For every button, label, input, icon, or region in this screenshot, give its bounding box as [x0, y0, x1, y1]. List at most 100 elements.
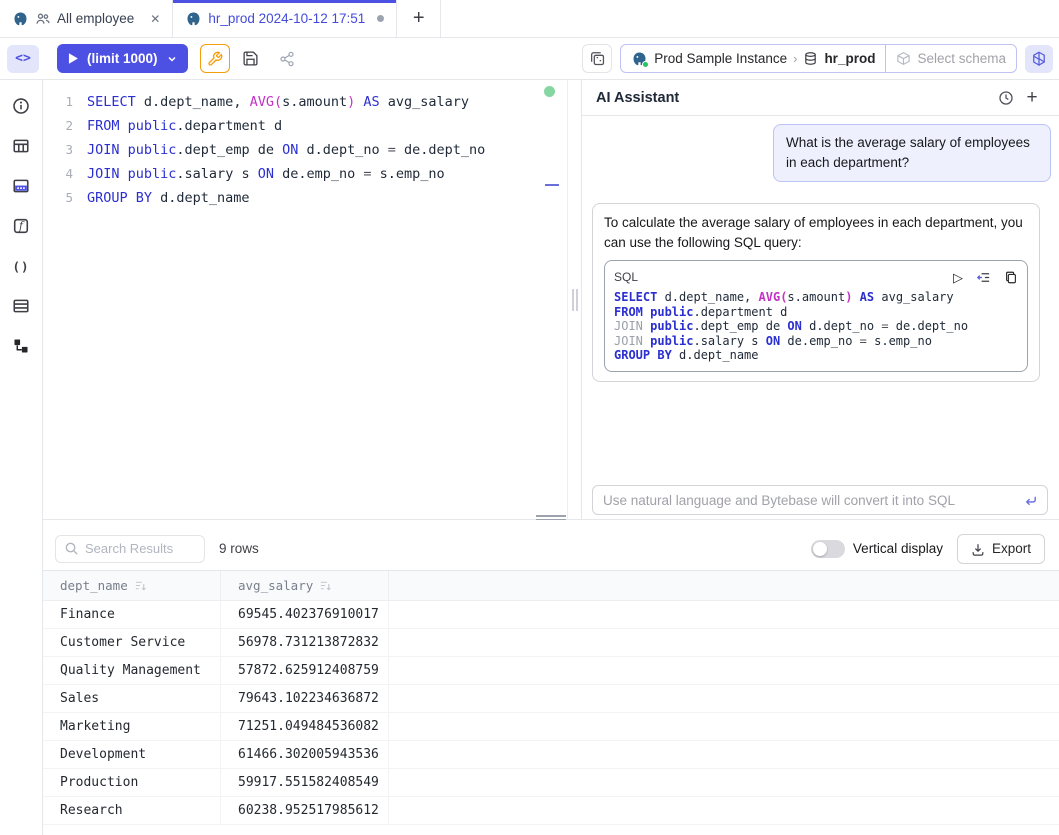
panel-resize-handle-vertical[interactable]: [567, 80, 582, 519]
run-query-button[interactable]: (limit 1000): [57, 44, 188, 73]
table-row[interactable]: Quality Management57872.625912408759: [43, 657, 1059, 685]
column-header-avg-salary[interactable]: avg_salary: [221, 571, 389, 600]
tab-bar: All employee ✕ hr_prod 2024-10-12 17:51 …: [0, 0, 1059, 38]
code-line: 3JOIN public.dept_emp de ON d.dept_no = …: [43, 138, 567, 162]
search-results-input[interactable]: [85, 541, 196, 556]
table-cell[interactable]: Research: [43, 797, 221, 824]
results-table-header: dept_name avg_salary: [43, 571, 1059, 601]
batch-query-button[interactable]: [582, 44, 612, 73]
instance-name: Prod Sample Instance: [654, 51, 787, 66]
panel-resize-handle-horizontal[interactable]: [43, 519, 1059, 527]
sort-icon: [134, 579, 147, 592]
tables-icon[interactable]: [7, 132, 35, 160]
run-code-icon[interactable]: ▷: [953, 271, 963, 284]
table-cell[interactable]: 71251.049484536082: [221, 713, 389, 740]
share-button[interactable]: [272, 44, 302, 73]
procedures-icon[interactable]: (): [7, 252, 35, 280]
line-number: 3: [43, 138, 87, 162]
table-cell[interactable]: 57872.625912408759: [221, 657, 389, 684]
ai-assistant-title: AI Assistant: [596, 90, 679, 106]
run-label: (limit 1000): [87, 51, 158, 66]
breadcrumb-separator: ›: [793, 51, 797, 66]
line-number: 5: [43, 186, 87, 210]
tab-label: hr_prod 2024-10-12 17:51: [208, 11, 365, 26]
line-number: 4: [43, 162, 87, 186]
table-row[interactable]: Customer Service56978.731213872832: [43, 629, 1059, 657]
ai-assistant-panel: AI Assistant + What is the average salar…: [582, 80, 1059, 519]
return-icon[interactable]: [1023, 493, 1038, 508]
sql-editor[interactable]: 1SELECT d.dept_name, AVG(s.amount) AS av…: [43, 80, 567, 519]
new-tab-button[interactable]: +: [397, 0, 441, 37]
code-line: JOIN public.dept_emp de ON d.dept_no = d…: [614, 319, 1018, 334]
table-cell[interactable]: Marketing: [43, 713, 221, 740]
external-tables-icon[interactable]: [7, 292, 35, 320]
table-cell[interactable]: Quality Management: [43, 657, 221, 684]
format-wrench-button[interactable]: [200, 44, 230, 73]
table-row[interactable]: Production59917.551582408549: [43, 769, 1059, 797]
instance-database-selector[interactable]: Prod Sample Instance › hr_prod: [621, 45, 885, 72]
save-icon: [242, 50, 259, 67]
assistant-intro-text: To calculate the average salary of emplo…: [604, 215, 1023, 250]
code-line: 4JOIN public.salary s ON de.emp_no = s.e…: [43, 162, 567, 186]
results-panel: 9 rows Vertical display Export dept_name: [43, 527, 1059, 835]
code-line: JOIN public.salary s ON de.emp_no = s.em…: [614, 334, 1018, 349]
sort-icon: [319, 579, 332, 592]
ai-prompt-input[interactable]: [593, 493, 1047, 508]
column-header-dept-name[interactable]: dept_name: [43, 571, 221, 600]
batch-icon: [589, 50, 606, 67]
table-cell[interactable]: Customer Service: [43, 629, 221, 656]
sql-code-block: SQL ▷ SELECT d.dept_name, AVG(s.: [604, 260, 1028, 372]
database-icon: [803, 51, 818, 66]
ai-assistant-button[interactable]: [1025, 45, 1053, 73]
table-cell[interactable]: 61466.302005943536: [221, 741, 389, 768]
unsaved-dot-icon: [377, 15, 384, 22]
vertical-display-label: Vertical display: [853, 541, 943, 556]
table-cell[interactable]: 59917.551582408549: [221, 769, 389, 796]
table-cell[interactable]: Development: [43, 741, 221, 768]
export-button[interactable]: Export: [957, 534, 1045, 564]
table-row[interactable]: Sales79643.102234636872: [43, 685, 1059, 713]
user-message-bubble: What is the average salary of employees …: [773, 124, 1051, 182]
table-cell[interactable]: Sales: [43, 685, 221, 712]
table-row[interactable]: Research60238.952517985612: [43, 797, 1059, 825]
close-icon[interactable]: ✕: [150, 12, 160, 26]
table-row[interactable]: Finance69545.402376910017: [43, 601, 1059, 629]
table-cell[interactable]: 69545.402376910017: [221, 601, 389, 628]
tab-hr-prod[interactable]: hr_prod 2024-10-12 17:51: [173, 0, 397, 37]
table-row[interactable]: Development61466.302005943536: [43, 741, 1059, 769]
copy-icon[interactable]: [1004, 270, 1018, 285]
schema-selector[interactable]: Select schema: [885, 45, 1016, 72]
new-chat-button[interactable]: +: [1019, 85, 1045, 111]
table-row[interactable]: Marketing71251.049484536082: [43, 713, 1059, 741]
table-cell[interactable]: Finance: [43, 601, 221, 628]
row-count-label: 9 rows: [219, 541, 259, 556]
table-cell[interactable]: 60238.952517985612: [221, 797, 389, 824]
code-panel-toggle[interactable]: <>: [7, 45, 39, 73]
code-line: FROM public.department d: [614, 305, 1018, 320]
functions-icon[interactable]: f: [7, 212, 35, 240]
dependencies-icon[interactable]: [7, 332, 35, 360]
openai-icon: [1030, 50, 1048, 68]
cube-icon: [896, 51, 911, 66]
line-number: 1: [43, 90, 87, 114]
insert-into-editor-icon[interactable]: [976, 270, 991, 285]
tab-all-employee[interactable]: All employee ✕: [0, 0, 173, 37]
schema-placeholder: Select schema: [917, 51, 1006, 66]
postgres-icon: [12, 11, 29, 27]
instance-status-dot: [642, 61, 649, 68]
table-cell[interactable]: 79643.102234636872: [221, 685, 389, 712]
ai-input-row: [582, 485, 1059, 519]
shared-sheet-icon: [35, 11, 51, 27]
history-clock-icon[interactable]: [993, 85, 1019, 111]
schema-diagram-icon[interactable]: [7, 172, 35, 200]
download-icon: [971, 542, 985, 556]
results-search-box[interactable]: [55, 535, 205, 563]
save-button[interactable]: [236, 44, 266, 73]
postgres-icon: [185, 11, 202, 27]
results-table: dept_name avg_salary Finance69545.402376…: [43, 570, 1059, 835]
table-cell[interactable]: 56978.731213872832: [221, 629, 389, 656]
vertical-display-toggle[interactable]: [811, 540, 845, 558]
table-cell[interactable]: Production: [43, 769, 221, 796]
info-icon[interactable]: [7, 92, 35, 120]
database-name: hr_prod: [824, 51, 875, 66]
